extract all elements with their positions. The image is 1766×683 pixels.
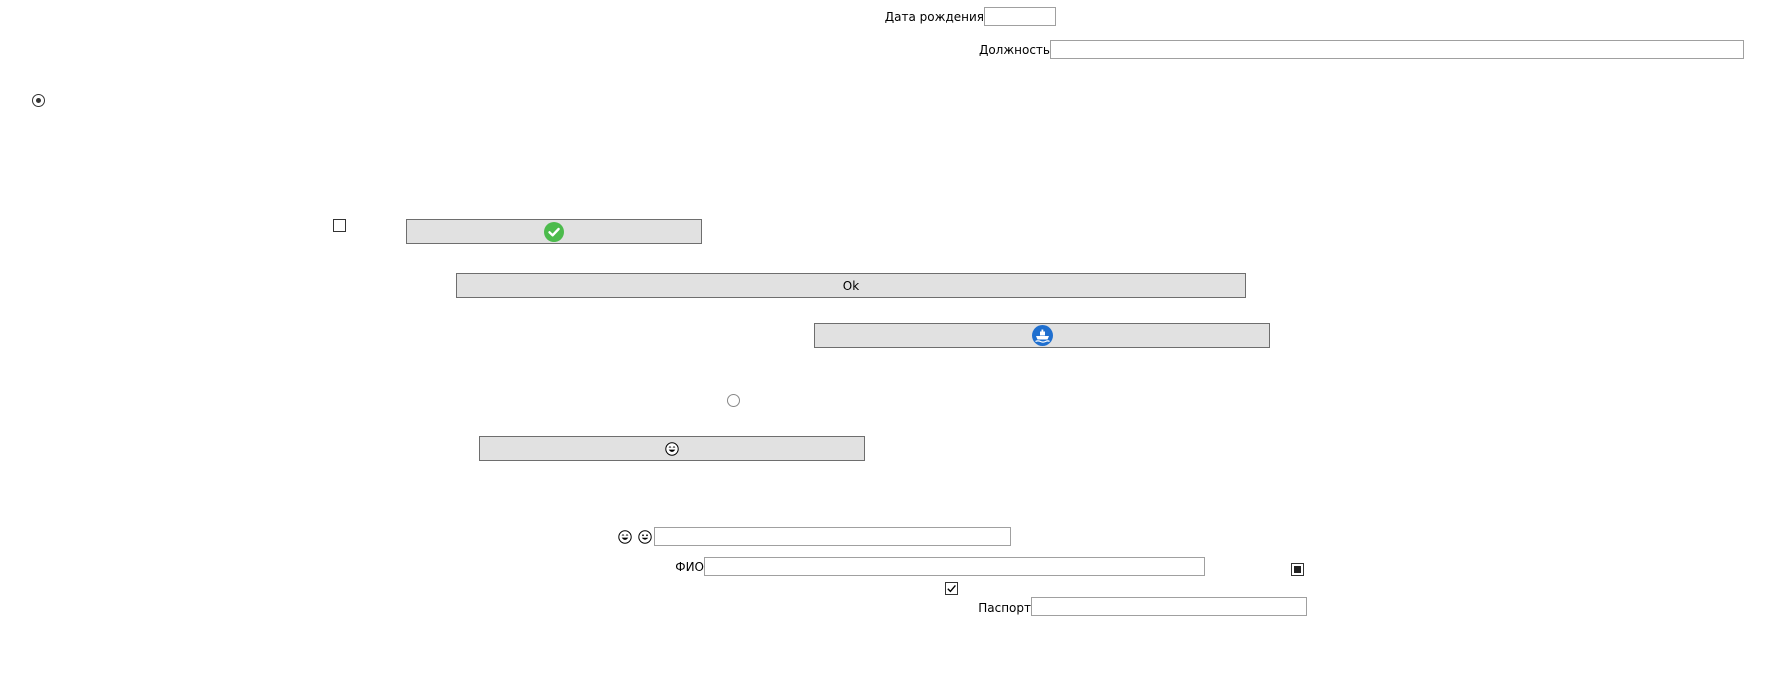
radio-button-middle[interactable] <box>727 394 740 407</box>
checkmark-icon <box>947 584 956 593</box>
passport-input[interactable] <box>1031 597 1307 616</box>
fio-input[interactable] <box>704 557 1205 576</box>
ship-button[interactable] <box>814 323 1270 348</box>
smiling-face-icon <box>638 530 652 544</box>
green-check-circle-icon <box>544 221 564 242</box>
position-label: Должность <box>978 43 1050 57</box>
radio-button-top[interactable] <box>32 94 45 107</box>
emoji-button[interactable] <box>479 436 865 461</box>
checkbox-right[interactable] <box>1291 563 1304 576</box>
radio-dot <box>36 98 41 103</box>
birth-date-input[interactable] <box>984 7 1056 26</box>
birth-date-label: Дата рождения <box>884 10 984 24</box>
position-input[interactable] <box>1050 40 1744 59</box>
checkbox-left[interactable] <box>333 219 346 232</box>
fio-label: ФИО <box>675 560 704 574</box>
blue-ship-circle-icon <box>1031 325 1053 346</box>
indeterminate-mark <box>1294 566 1301 573</box>
emoji-text-input[interactable] <box>654 527 1011 546</box>
checkbox-bottom[interactable] <box>945 582 958 595</box>
grinning-face-icon <box>618 530 632 544</box>
passport-label: Паспорт <box>978 601 1031 615</box>
ok-button[interactable]: Ok <box>456 273 1246 298</box>
check-button[interactable] <box>406 219 702 244</box>
grinning-face-icon <box>665 441 679 456</box>
